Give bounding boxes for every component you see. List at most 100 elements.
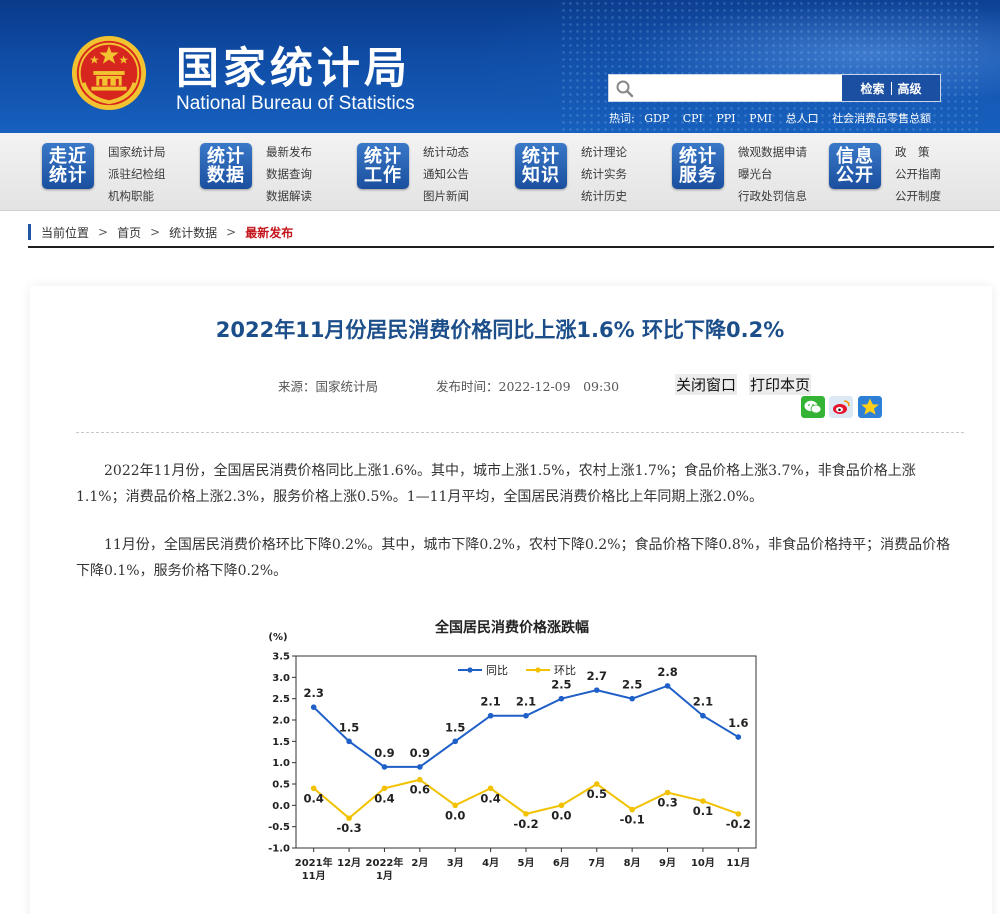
nav-link[interactable]: 曝光台 bbox=[738, 163, 807, 185]
hotword-link[interactable]: 总人口 bbox=[786, 112, 819, 125]
nav-link[interactable]: 统计历史 bbox=[581, 185, 627, 207]
data-point bbox=[417, 764, 423, 770]
nav-tile-line: 信息 bbox=[836, 146, 874, 167]
nav-link[interactable]: 国家统计局 bbox=[108, 141, 166, 163]
legend-marker bbox=[535, 667, 541, 673]
wechat-icon[interactable] bbox=[801, 396, 825, 418]
breadcrumb-home[interactable]: 首页 bbox=[117, 224, 141, 241]
print-page-button[interactable]: 打印本页 bbox=[749, 374, 812, 395]
hotword-link[interactable]: 社会消费品零售总额 bbox=[832, 112, 931, 125]
nav-tile-work[interactable]: 统计 工作 bbox=[357, 143, 409, 189]
nav-tile-line: 统计 bbox=[207, 146, 245, 167]
main-navigation: 走近 统计 国家统计局 派驻纪检组 机构职能 统计 数据 最新发布 数据查询 数… bbox=[0, 133, 1000, 211]
hotword-link[interactable]: PPI bbox=[716, 112, 735, 125]
data-label: 2.1 bbox=[516, 695, 536, 709]
nav-link[interactable]: 机构职能 bbox=[108, 185, 166, 207]
nav-tile-line: 统计 bbox=[364, 146, 402, 167]
breadcrumb: 当前位置 > 首页 > 统计数据 > 最新发布 bbox=[28, 222, 293, 242]
data-point bbox=[593, 781, 600, 787]
breadcrumb-separator: > bbox=[226, 225, 237, 239]
data-label: 2.8 bbox=[657, 665, 677, 679]
nav-link[interactable]: 统计动态 bbox=[423, 141, 469, 163]
x-tick-label: 11月 bbox=[302, 870, 326, 882]
nav-link[interactable]: 派驻纪检组 bbox=[108, 163, 166, 185]
legend-label: 同比 bbox=[486, 664, 508, 677]
search-input[interactable] bbox=[639, 77, 839, 99]
nav-link[interactable]: 公开指南 bbox=[895, 163, 941, 185]
data-point bbox=[593, 687, 600, 693]
y-tick-label: 1.5 bbox=[272, 737, 290, 748]
legend-label: 环比 bbox=[554, 664, 576, 677]
article-paragraph: 2022年11月份，全国居民消费价格同比上涨1.6%。其中，城市上涨1.5%，农… bbox=[76, 463, 916, 505]
x-tick-label: 10月 bbox=[691, 857, 715, 869]
nav-tile-disclosure[interactable]: 信息 公开 bbox=[829, 143, 881, 189]
x-tick-label: 2021年 bbox=[295, 856, 333, 869]
search-box: 检索 高级 bbox=[608, 74, 941, 102]
cpi-line-chart: 全国居民消费价格涨跌幅 (%) 3.5 3.0 2.5 2.0 1.5 1.0 0.5 0.0 -0… bbox=[268, 619, 757, 882]
y-tick-label: 3.0 bbox=[272, 673, 290, 684]
x-tick-label: 8月 bbox=[624, 857, 641, 869]
y-tick-label: 0.0 bbox=[272, 801, 290, 812]
legend-marker bbox=[467, 667, 473, 673]
nav-tile-line: 统计 bbox=[522, 146, 560, 167]
nav-link[interactable]: 政 策 bbox=[895, 141, 941, 163]
breadcrumb-current[interactable]: 最新发布 bbox=[245, 224, 293, 241]
hotword-link[interactable]: CPI bbox=[683, 112, 703, 125]
data-label: 0.4 bbox=[304, 791, 324, 805]
nav-tile-service[interactable]: 统计 服务 bbox=[672, 143, 724, 189]
nav-links: 国家统计局 派驻纪检组 机构职能 bbox=[108, 141, 166, 207]
x-tick-label: 12月 bbox=[337, 857, 361, 869]
data-label: 2.5 bbox=[551, 678, 571, 692]
data-point bbox=[664, 683, 671, 689]
data-label: 0.0 bbox=[551, 808, 571, 822]
nav-link[interactable]: 统计实务 bbox=[581, 163, 627, 185]
site-name-english[interactable]: National Bureau of Statistics bbox=[176, 93, 415, 115]
x-tick-label: 2022年 bbox=[366, 856, 404, 869]
qzone-icon[interactable] bbox=[858, 396, 882, 418]
nav-link[interactable]: 数据查询 bbox=[266, 163, 312, 185]
nav-link[interactable]: 图片新闻 bbox=[423, 185, 469, 207]
nav-tile-line: 统计 bbox=[679, 146, 717, 167]
data-point bbox=[735, 734, 742, 740]
data-point bbox=[310, 704, 317, 710]
hotword-link[interactable]: PMI bbox=[749, 112, 772, 125]
data-point bbox=[417, 776, 423, 783]
nav-tile-about[interactable]: 走近 统计 bbox=[42, 143, 94, 189]
nav-link[interactable]: 公开制度 bbox=[895, 185, 941, 207]
data-label: -0.1 bbox=[620, 813, 645, 827]
nav-link[interactable]: 数据解读 bbox=[266, 185, 312, 207]
y-tick-label: -0.5 bbox=[268, 822, 290, 833]
search-button[interactable]: 检索 bbox=[854, 80, 890, 97]
data-point bbox=[452, 738, 459, 745]
nav-link[interactable]: 通知公告 bbox=[423, 163, 469, 185]
data-point bbox=[664, 789, 671, 796]
y-tick-label: 2.5 bbox=[272, 694, 290, 705]
data-point bbox=[700, 712, 706, 719]
nav-link[interactable]: 统计理论 bbox=[581, 141, 627, 163]
advanced-search-button[interactable]: 高级 bbox=[892, 80, 928, 97]
nav-tile-knowledge[interactable]: 统计 知识 bbox=[515, 143, 567, 189]
site-name-chinese[interactable]: 国家统计局 bbox=[176, 34, 411, 96]
x-tick-label: 9月 bbox=[659, 857, 676, 869]
nav-link[interactable]: 最新发布 bbox=[266, 141, 312, 163]
nav-link[interactable]: 微观数据申请 bbox=[738, 141, 807, 163]
data-point bbox=[523, 712, 529, 719]
data-label: -0.2 bbox=[726, 817, 751, 831]
breadcrumb-separator: > bbox=[150, 225, 161, 239]
data-point bbox=[310, 785, 317, 792]
data-label: 1.5 bbox=[445, 720, 465, 734]
search-icon bbox=[616, 80, 634, 98]
data-label: 2.3 bbox=[304, 686, 324, 700]
close-window-button[interactable]: 关闭窗口 bbox=[675, 374, 738, 395]
x-tick-label: 1月 bbox=[376, 870, 393, 882]
chart-y-unit: (%) bbox=[268, 632, 287, 643]
breadcrumb-statistics-data[interactable]: 统计数据 bbox=[169, 224, 217, 241]
weibo-icon[interactable] bbox=[829, 396, 853, 418]
breadcrumb-underline bbox=[28, 246, 994, 248]
hotword-link[interactable]: GDP bbox=[644, 112, 669, 125]
nav-tile-data[interactable]: 统计 数据 bbox=[200, 143, 252, 189]
data-label: 1.5 bbox=[339, 720, 359, 734]
article-source: 来源：国家统计局 bbox=[278, 379, 379, 394]
nav-link[interactable]: 行政处罚信息 bbox=[738, 185, 807, 207]
data-label: 0.6 bbox=[410, 783, 430, 797]
